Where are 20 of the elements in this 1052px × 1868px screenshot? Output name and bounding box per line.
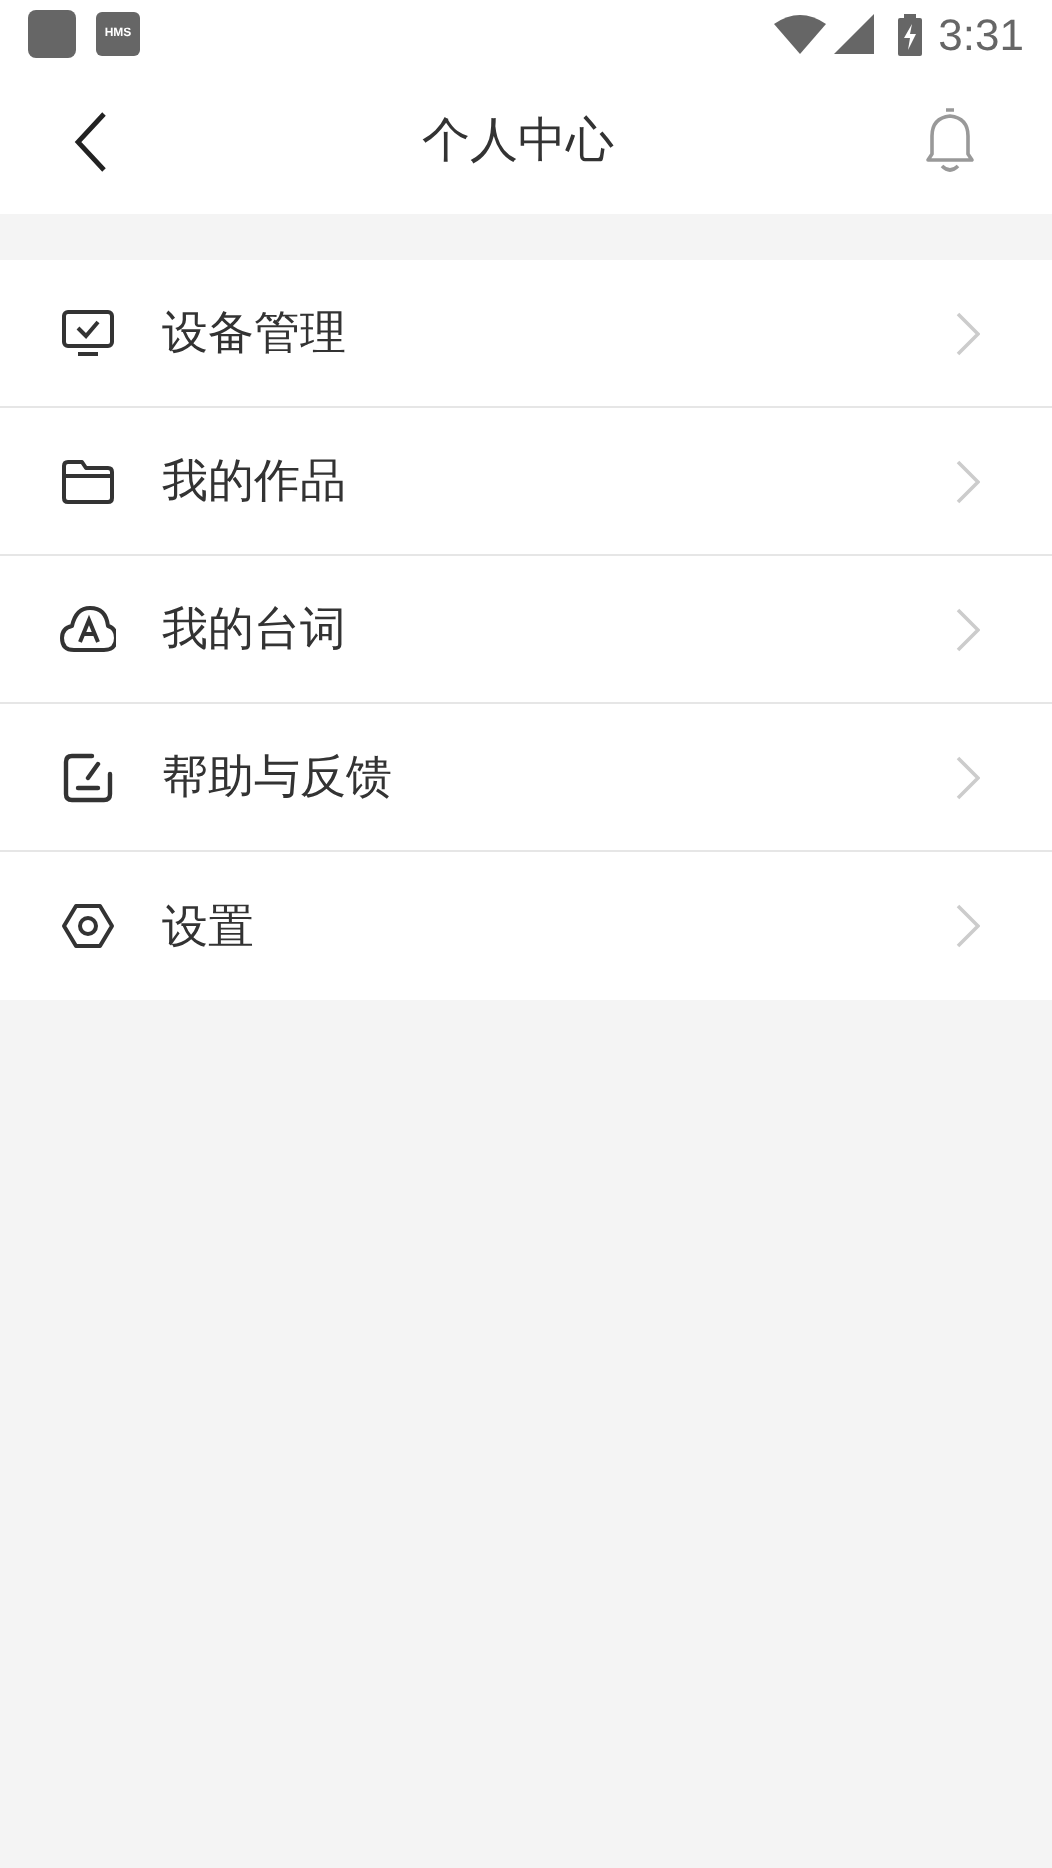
- menu-item[interactable]: 帮助与反馈: [0, 704, 1052, 852]
- signal-icon: [834, 14, 875, 54]
- chevron-right-icon: [956, 755, 980, 799]
- app-icon: [28, 10, 76, 58]
- menu-item[interactable]: 我的作品: [0, 408, 1052, 556]
- battery-icon: [898, 13, 923, 55]
- menu-item[interactable]: 设备管理: [0, 260, 1052, 408]
- chevron-right-icon: [956, 904, 980, 948]
- wifi-icon: [774, 14, 827, 54]
- clock-time: 3:31: [938, 7, 1024, 63]
- menu-item[interactable]: 设置: [0, 852, 1052, 1000]
- monitor-icon: [60, 305, 116, 361]
- notification-bell-button[interactable]: [920, 107, 980, 175]
- hexagon-nut-icon: [60, 898, 116, 954]
- menu-item[interactable]: 我的台词: [0, 556, 1052, 704]
- cloud-letter-icon: [60, 601, 116, 657]
- page-title: 个人中心: [422, 111, 614, 171]
- chevron-right-icon: [956, 607, 980, 651]
- chevron-right-icon: [956, 459, 980, 503]
- chevron-right-icon: [956, 311, 980, 355]
